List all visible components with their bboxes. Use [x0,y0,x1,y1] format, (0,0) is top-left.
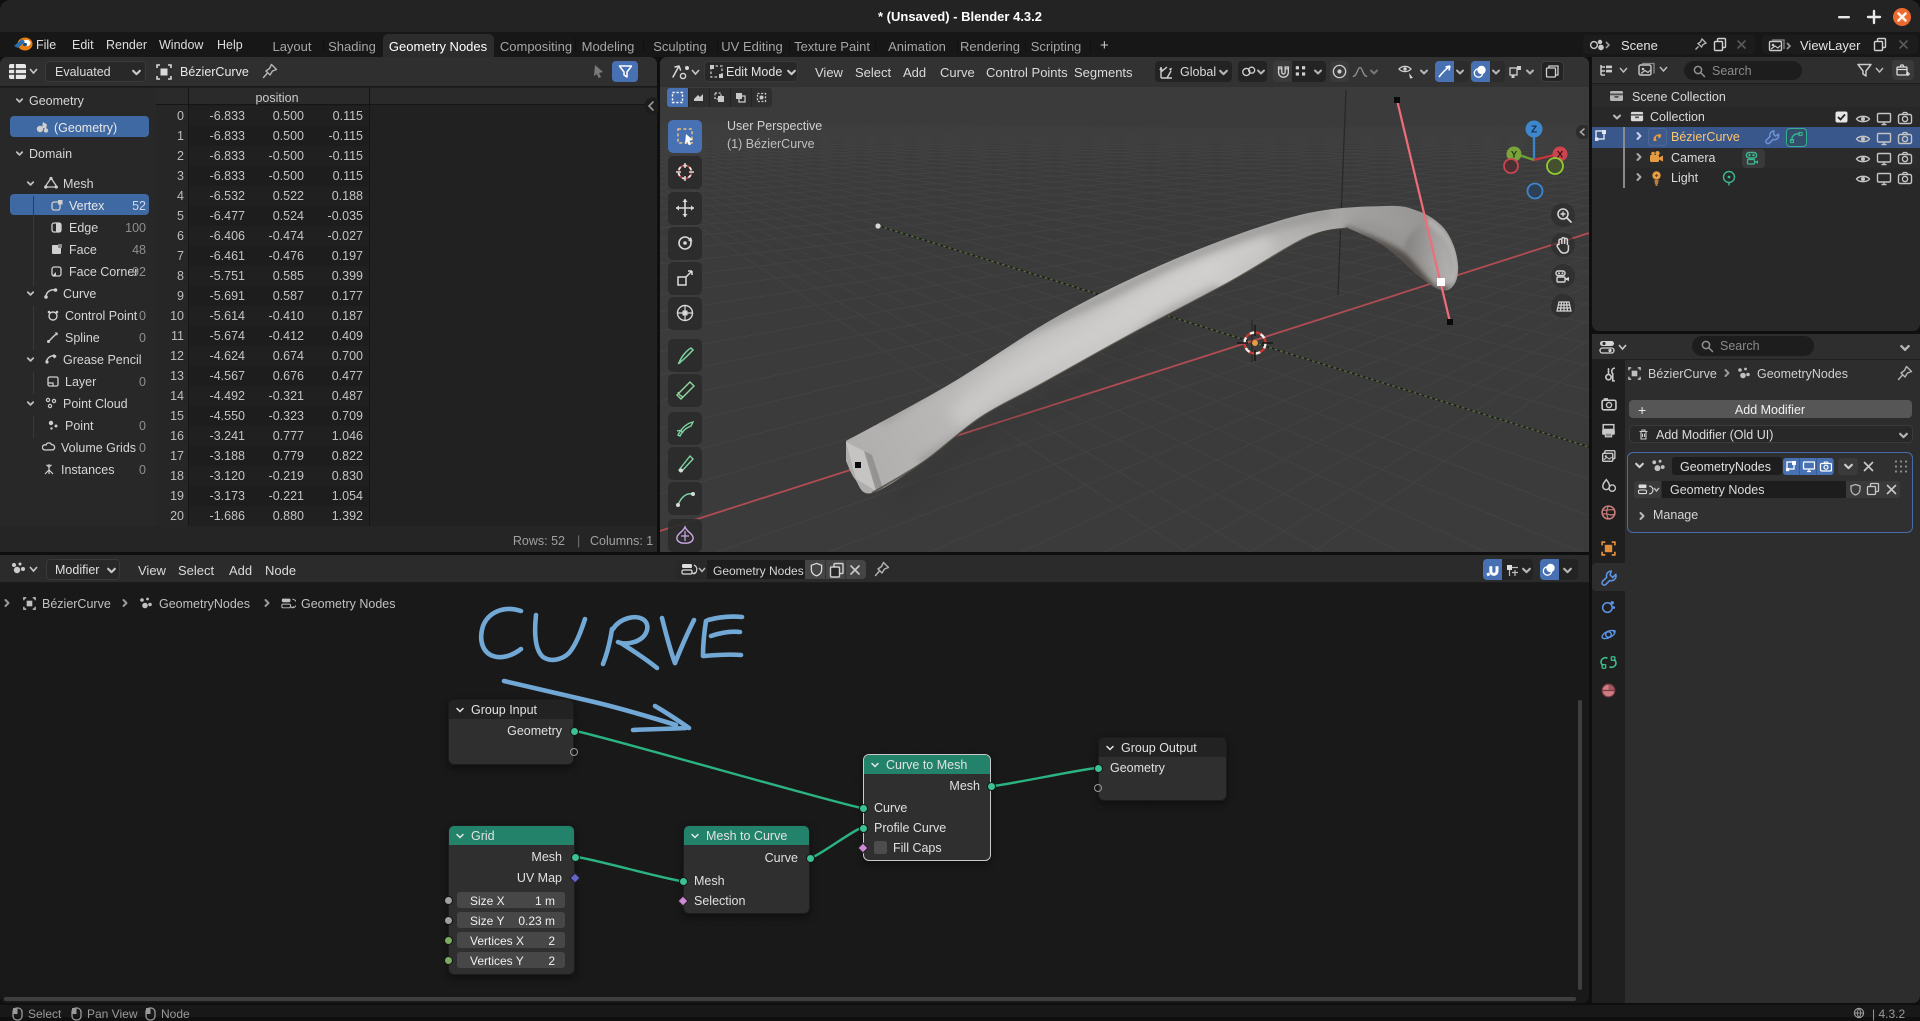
svg-text:Z: Z [1531,125,1537,136]
